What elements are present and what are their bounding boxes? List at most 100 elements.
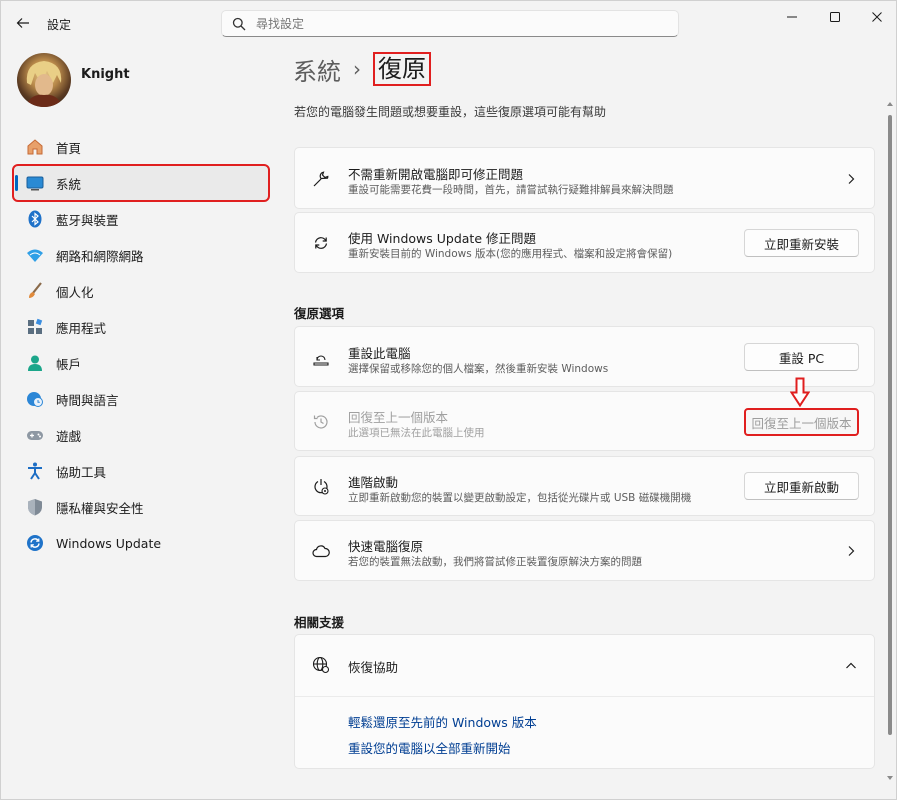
breadcrumb: 系統 › 復原 <box>293 51 431 87</box>
sidebar-nav: 首頁 系統 藍牙與裝置 網路和網際網路 個人化 應用程式 帳戶 時間與語言 遊戲… <box>12 129 270 561</box>
card-title: 不需重新開啟電腦即可修正問題 <box>348 167 524 182</box>
reinstall-now-button[interactable]: 立即重新安裝 <box>744 229 859 257</box>
scroll-up-icon <box>887 102 893 106</box>
search-input[interactable] <box>256 15 656 33</box>
globe-icon <box>311 655 331 675</box>
sidebar-item-system[interactable]: 系統 <box>12 164 270 202</box>
card-subtitle: 重新安裝目前的 Windows 版本(您的應用程式、檔案和設定將會保留) <box>348 248 673 260</box>
update-icon <box>25 533 45 553</box>
go-back-card: 回復至上一個版本 此選項已無法在此電腦上使用 回復至上一個版本 <box>294 391 875 451</box>
recovery-help-header[interactable]: 恢復協助 <box>295 635 874 696</box>
scroll-thumb[interactable] <box>888 115 892 735</box>
sidebar-item-label: 網路和網際網路 <box>56 248 144 264</box>
sidebar-item-label: 個人化 <box>56 284 94 300</box>
restart-now-button[interactable]: 立即重新啟動 <box>744 472 859 500</box>
sidebar-item-home[interactable]: 首頁 <box>13 129 269 165</box>
sidebar-item-accounts[interactable]: 帳戶 <box>13 345 269 381</box>
down-arrow-icon <box>790 377 810 407</box>
bluetooth-icon <box>25 209 45 229</box>
card-subtitle: 此選項已無法在此電腦上使用 <box>348 427 485 439</box>
maximize-button[interactable] <box>819 7 851 27</box>
card-title: 快速電腦復原 <box>348 539 424 554</box>
sidebar-item-label: Windows Update <box>56 535 162 551</box>
sidebar-item-label: 隱私權與安全性 <box>56 500 144 516</box>
settings-window: 設定 Knight 首頁 <box>0 0 897 800</box>
card-subtitle: 若您的裝置無法啟動，我們將嘗試修正裝置復原解決方案的問題 <box>348 556 642 568</box>
card-title: 進階啟動 <box>348 475 399 490</box>
sidebar-item-label: 應用程式 <box>56 320 107 336</box>
breadcrumb-parent[interactable]: 系統 <box>293 52 341 87</box>
paintbrush-icon <box>25 281 45 301</box>
sidebar-item-network[interactable]: 網路和網際網路 <box>13 237 269 273</box>
sidebar-item-gaming[interactable]: 遊戲 <box>13 417 269 453</box>
sidebar-item-personalization[interactable]: 個人化 <box>13 273 269 309</box>
clock-globe-icon <box>25 389 45 409</box>
sidebar-item-time-language[interactable]: 時間與語言 <box>13 381 269 417</box>
advanced-startup-icon <box>311 477 331 497</box>
sidebar-item-label: 首頁 <box>56 140 82 156</box>
profile-name: Knight <box>81 67 130 82</box>
search-icon <box>232 17 246 31</box>
avatar[interactable] <box>17 53 71 107</box>
avatar-image <box>25 61 63 107</box>
gamepad-icon <box>25 425 45 445</box>
section-title: 相關支援 <box>294 615 345 630</box>
close-icon <box>872 12 882 22</box>
wrench-icon <box>311 169 331 189</box>
home-icon <box>25 137 45 157</box>
card-subtitle: 重設可能需要花費一段時間，首先，請嘗試執行疑難排解員來解決問題 <box>348 184 674 196</box>
arrow-left-icon <box>16 18 29 28</box>
title-bar: 設定 <box>1 1 897 45</box>
reset-pc-card: 重設此電腦 選擇保留或移除您的個人檔案，然後重新安裝 Windows 重設 PC <box>294 326 875 387</box>
app-title: 設定 <box>47 18 72 32</box>
sidebar-item-privacy[interactable]: 隱私權與安全性 <box>13 489 269 525</box>
chevron-right-icon <box>844 544 858 558</box>
search-box[interactable] <box>221 10 679 37</box>
card-title: 使用 Windows Update 修正問題 <box>348 231 536 246</box>
section-title: 復原選項 <box>294 306 345 321</box>
page-title: 復原 <box>373 52 431 86</box>
scrollbar[interactable] <box>887 97 893 787</box>
sidebar-item-apps[interactable]: 應用程式 <box>13 309 269 345</box>
card-title: 恢復協助 <box>348 660 399 675</box>
history-icon <box>311 412 331 432</box>
quick-recovery-card[interactable]: 快速電腦復原 若您的裝置無法啟動，我們將嘗試修正裝置復原解決方案的問題 <box>294 520 875 581</box>
go-back-button[interactable]: 回復至上一個版本 <box>744 408 859 436</box>
breadcrumb-separator: › <box>353 57 361 81</box>
link-reset-pc-fresh-start[interactable]: 重設您的電腦以全部重新開始 <box>348 738 511 757</box>
page-description: 若您的電腦發生問題或想要重設，這些復原選項可能有幫助 <box>294 105 607 119</box>
sidebar-item-label: 協助工具 <box>56 464 107 480</box>
card-title: 回復至上一個版本 <box>348 410 449 425</box>
troubleshoot-card[interactable]: 不需重新開啟電腦即可修正問題 重設可能需要花費一段時間，首先，請嘗試執行疑難排解… <box>294 147 875 209</box>
advanced-startup-card: 進階啟動 立即重新啟動您的裝置以變更啟動設定，包括從光碟片或 USB 磁碟機開機… <box>294 456 875 516</box>
sidebar-item-label: 系統 <box>56 176 82 192</box>
sidebar-item-bluetooth[interactable]: 藍牙與裝置 <box>13 201 269 237</box>
minimize-icon <box>787 16 797 18</box>
shield-icon <box>25 497 45 517</box>
card-subtitle: 立即重新啟動您的裝置以變更啟動設定，包括從光碟片或 USB 磁碟機開機 <box>348 492 692 504</box>
card-title: 重設此電腦 <box>348 346 411 361</box>
back-button[interactable] <box>11 11 35 35</box>
minimize-button[interactable] <box>776 7 808 27</box>
sidebar-item-label: 帳戶 <box>56 356 82 372</box>
close-button[interactable] <box>861 7 893 27</box>
sidebar-item-windows-update[interactable]: Windows Update <box>13 525 269 561</box>
accessibility-icon <box>25 461 45 481</box>
sidebar-item-label: 時間與語言 <box>56 392 119 408</box>
link-restore-previous-windows[interactable]: 輕鬆還原至先前的 Windows 版本 <box>348 712 537 731</box>
reset-pc-button[interactable]: 重設 PC <box>744 343 859 371</box>
sidebar-item-accessibility[interactable]: 協助工具 <box>13 453 269 489</box>
windows-update-fix-card: 使用 Windows Update 修正問題 重新安裝目前的 Windows 版… <box>294 212 875 273</box>
divider <box>295 696 874 697</box>
chevron-right-icon <box>844 172 858 186</box>
cloud-icon <box>311 541 331 561</box>
sidebar-item-label: 遊戲 <box>56 428 82 444</box>
scroll-down-icon <box>887 776 893 780</box>
system-display-icon <box>25 173 45 193</box>
sidebar-item-label: 藍牙與裝置 <box>56 212 119 228</box>
person-icon <box>25 353 45 373</box>
wifi-icon <box>25 245 45 265</box>
card-subtitle: 選擇保留或移除您的個人檔案，然後重新安裝 Windows <box>348 363 609 375</box>
maximize-icon <box>830 12 840 22</box>
chevron-up-icon <box>844 659 858 673</box>
